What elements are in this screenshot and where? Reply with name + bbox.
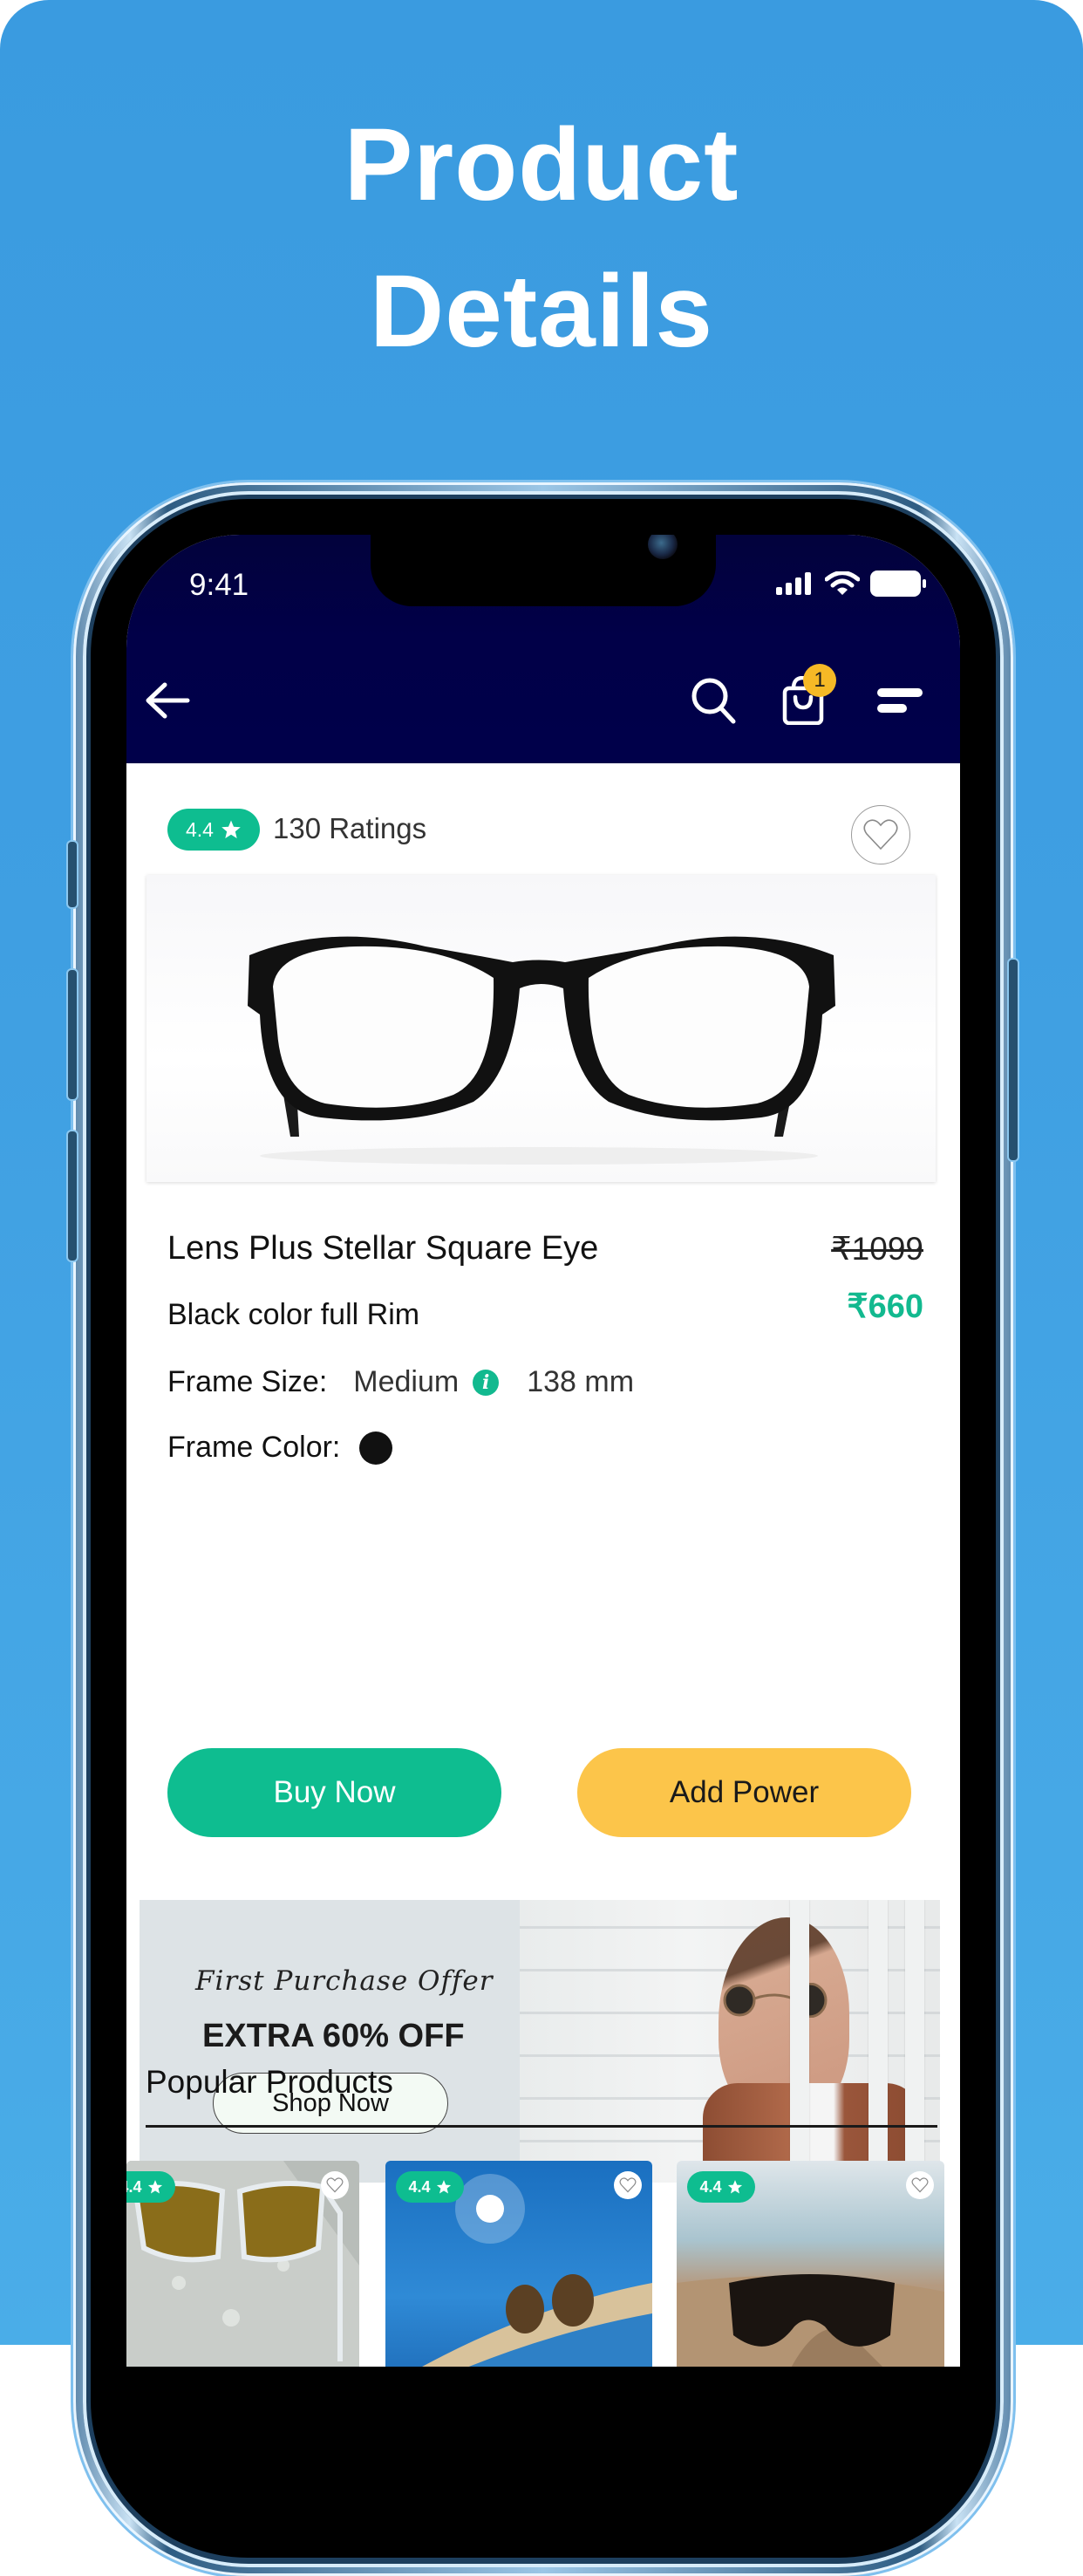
- rating-badge: 4.4: [167, 809, 260, 851]
- star-icon: [221, 820, 241, 838]
- side-silent-switch: [68, 842, 77, 907]
- card-wishlist-button[interactable]: [614, 2171, 642, 2199]
- arrow-left-icon: [146, 682, 190, 719]
- frame-size-row: Frame Size: Medium i 138 mm: [167, 1365, 634, 1399]
- back-button[interactable]: [141, 674, 194, 727]
- side-power-button: [1009, 960, 1018, 1160]
- card-rating-badge: 4.4: [396, 2171, 464, 2203]
- sunglasses-icon: [723, 1983, 828, 2018]
- card-wishlist-button[interactable]: [906, 2171, 934, 2199]
- cart-count-badge: 1: [803, 664, 836, 697]
- wishlist-button[interactable]: [851, 805, 910, 864]
- hero-title-line-1: Product: [344, 107, 739, 222]
- frame-color-label: Frame Color:: [167, 1431, 341, 1464]
- battery-icon: [870, 571, 926, 597]
- banner-model-photo: [520, 1900, 940, 2183]
- ratings-count[interactable]: 130 Ratings: [273, 812, 426, 845]
- product-card[interactable]: 4.4: [126, 2161, 359, 2367]
- heart-icon: [326, 2177, 344, 2193]
- offer-script-text: First Purchase Offer: [195, 1965, 494, 1997]
- wifi-icon: [825, 571, 860, 595]
- product-card[interactable]: 4.4: [385, 2161, 652, 2367]
- product-card[interactable]: 4.4: [677, 2161, 944, 2367]
- sale-price: ₹660: [847, 1288, 923, 1325]
- star-icon: [147, 2180, 162, 2194]
- product-image: [146, 875, 936, 1182]
- heart-icon: [863, 819, 898, 851]
- section-divider: [146, 2125, 937, 2128]
- top-navbar: 9:41 1: [126, 535, 960, 763]
- banner-bar: [868, 1900, 888, 2183]
- side-volume-up-button: [68, 970, 77, 1099]
- card-rating-value: 4.4: [126, 2177, 142, 2196]
- phone-screen: 9:41 1 4.4 130 Ratings Lens Plus Stellar…: [126, 535, 960, 2367]
- product-title: Lens Plus Stellar Square Eye: [167, 1230, 599, 1267]
- rating-value: 4.4: [186, 817, 214, 841]
- status-icons: [776, 566, 926, 601]
- promo-banner[interactable]: First Purchase Offer EXTRA 60% OFF Shop …: [140, 1900, 940, 2183]
- notch: [371, 535, 716, 606]
- info-icon[interactable]: i: [473, 1369, 500, 1396]
- menu-icon: [877, 688, 923, 713]
- front-camera: [648, 535, 678, 559]
- card-rating-badge: 4.4: [126, 2171, 175, 2203]
- card-rating-value: 4.4: [699, 2177, 722, 2196]
- buy-now-button[interactable]: Buy Now: [167, 1748, 501, 1837]
- card-rating-value: 4.4: [408, 2177, 431, 2196]
- card-rating-badge: 4.4: [687, 2171, 755, 2203]
- heart-icon: [911, 2177, 929, 2193]
- banner-bar: [790, 1900, 809, 2183]
- popular-products-title: Popular Products: [146, 2064, 393, 2100]
- star-icon: [727, 2180, 742, 2194]
- heart-icon: [619, 2177, 637, 2193]
- eyeglasses-image: [248, 936, 835, 1165]
- hero-title: Product Details: [0, 92, 1083, 385]
- search-icon: [691, 678, 736, 724]
- frame-size-value: Medium: [353, 1365, 460, 1398]
- search-button[interactable]: [688, 674, 740, 727]
- frame-size-mm: 138 mm: [527, 1365, 635, 1398]
- frame-color-swatch[interactable]: [359, 1431, 393, 1465]
- hero-title-line-2: Details: [370, 254, 713, 369]
- card-wishlist-button[interactable]: [321, 2171, 349, 2199]
- cellular-signal-icon: [776, 572, 811, 595]
- frame-color-row: Frame Color:: [167, 1431, 393, 1465]
- status-time: 9:41: [189, 568, 249, 602]
- product-subtitle: Black color full Rim: [167, 1298, 420, 1331]
- frame-size-label: Frame Size:: [167, 1365, 328, 1398]
- side-volume-down-button: [68, 1131, 77, 1261]
- banner-bar: [905, 1900, 924, 2183]
- menu-button[interactable]: [874, 674, 926, 727]
- original-price: ₹1099: [831, 1231, 923, 1267]
- add-power-button[interactable]: Add Power: [577, 1748, 911, 1837]
- offer-headline: EXTRA 60% OFF: [202, 2018, 465, 2054]
- star-icon: [436, 2180, 451, 2194]
